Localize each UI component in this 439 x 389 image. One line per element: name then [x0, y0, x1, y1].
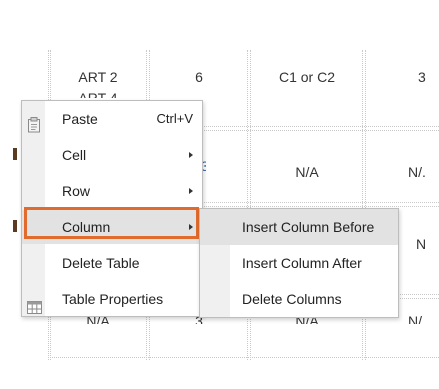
column-highlight-frame	[24, 207, 199, 239]
table-cell[interactable]: ART 4	[78, 90, 117, 98]
table-cell[interactable]: N/.	[408, 313, 426, 324]
cell-text-fragment	[13, 220, 17, 232]
table-icon	[27, 292, 42, 314]
menu-item-delete-table[interactable]: Delete Table	[22, 246, 202, 280]
table-cell[interactable]: C1 or C2	[279, 69, 335, 85]
menu-item-label: Insert Column After	[242, 255, 362, 271]
menu-item-label: Table Properties	[62, 291, 164, 307]
clipboard-icon	[27, 111, 41, 133]
table-cell[interactable]: N/A	[295, 164, 318, 180]
menu-item-label: Cell	[62, 147, 87, 163]
chevron-right-icon	[189, 152, 193, 158]
table-grid-line	[48, 357, 439, 358]
menu-item-delete-columns[interactable]: Delete Columns	[200, 281, 398, 317]
menu-item-label: Paste	[62, 111, 98, 127]
menu-item-label: Delete Columns	[242, 291, 342, 307]
cell-text-fragment	[13, 148, 17, 160]
menu-item-table-properties[interactable]: Table Properties	[22, 282, 202, 316]
table-cell[interactable]: 3	[418, 69, 426, 85]
menu-item-insert-column-before[interactable]: Insert Column Before	[200, 209, 398, 245]
table-cell[interactable]: ART 2	[78, 69, 117, 85]
table-cell[interactable]: 6	[195, 69, 203, 85]
menu-item-row[interactable]: Row	[22, 174, 202, 208]
table-cell[interactable]: N/.	[408, 164, 426, 180]
menu-item-label: Insert Column Before	[242, 219, 375, 235]
shortcut-label: Ctrl+V	[156, 111, 193, 126]
chevron-right-icon	[189, 188, 193, 194]
menu-item-insert-column-after[interactable]: Insert Column After	[200, 245, 398, 281]
menu-item-label: Delete Table	[62, 255, 140, 271]
menu-item-paste[interactable]: Paste Ctrl+V	[22, 102, 202, 136]
menu-item-cell[interactable]: Cell	[22, 138, 202, 172]
table-cell[interactable]: N/.	[416, 236, 426, 252]
menu-item-label: Row	[62, 183, 91, 199]
column-submenu: Insert Column Before Insert Column After…	[199, 208, 399, 318]
